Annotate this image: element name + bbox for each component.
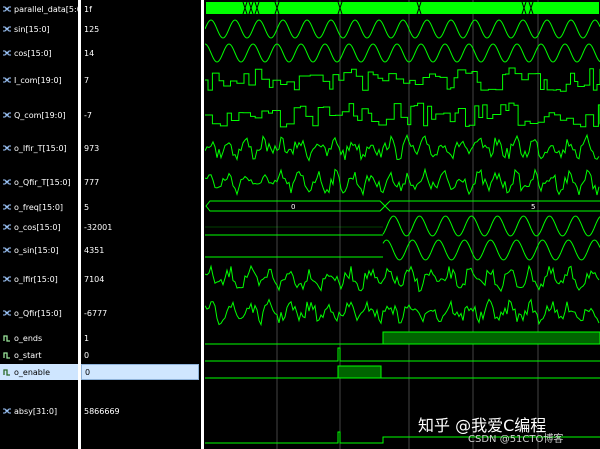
waveform-trace (382, 215, 600, 237)
signal-value[interactable]: 5 (81, 199, 199, 215)
signal-name: o_Qfir[15:0] (14, 308, 62, 318)
signal-name: I_com[19:0] (14, 75, 62, 85)
signal-value[interactable]: 777 (81, 174, 199, 190)
signal-row[interactable]: o_enable (0, 364, 78, 380)
bit-signal-icon (3, 351, 11, 359)
bus-signal-icon (3, 309, 11, 317)
signal-row[interactable]: o_Qfir[15:0] (0, 305, 78, 321)
bit-signal-icon (3, 334, 11, 342)
signal-value[interactable]: 0 (81, 364, 199, 380)
signal-value[interactable]: 4351 (81, 242, 199, 258)
signal-name: o_Qfir_T[15:0] (14, 177, 71, 187)
signal-value[interactable]: 1f (81, 1, 199, 17)
signal-value[interactable]: 973 (81, 140, 199, 156)
bus-value-label: 0 (291, 203, 295, 211)
signal-value-pane: 1f 125 14 7 -7 973 777 5 -32001 4351 7104 -6777 1 0 0 5… (81, 0, 201, 449)
waveform-trace (205, 19, 600, 39)
bus-signal-icon (3, 407, 11, 415)
signal-name: absy[31:0] (14, 406, 58, 416)
signal-name: o_freq[15:0] (14, 202, 64, 212)
waveform-trace (205, 347, 600, 362)
waveform-trace (205, 43, 600, 63)
signal-row[interactable]: Q_com[19:0] (0, 107, 78, 123)
signal-name: Q_com[19:0] (14, 110, 66, 120)
signal-name: cos[15:0] (14, 48, 52, 58)
signal-row[interactable]: o_ends (0, 330, 78, 346)
waveform-trace (205, 102, 600, 128)
signal-name: o_cos[15:0] (14, 222, 61, 232)
bus-signal-icon (3, 5, 11, 13)
waveform-trace (382, 239, 600, 261)
bit-high-fill (337, 365, 382, 379)
signal-name: sin[15:0] (14, 24, 50, 34)
signal-row[interactable]: o_freq[15:0] (0, 199, 78, 215)
signal-row[interactable]: cos[15:0] (0, 45, 78, 61)
waveform-trace (205, 264, 600, 293)
bus-signal-icon (3, 275, 11, 283)
signal-value[interactable]: -32001 (81, 219, 199, 235)
signal-row[interactable]: o_Ifir[15:0] (0, 271, 78, 287)
bus-fill (206, 2, 599, 14)
waveform-trace (205, 67, 600, 92)
bus-signal-icon (3, 246, 11, 254)
signal-row[interactable]: o_Qfir_T[15:0] (0, 174, 78, 190)
signal-value[interactable]: 7 (81, 72, 199, 88)
signal-value[interactable]: -6777 (81, 305, 199, 321)
signal-row[interactable]: o_Ifir_T[15:0] (0, 140, 78, 156)
signal-name: o_enable (14, 367, 51, 377)
signal-value[interactable]: 14 (81, 45, 199, 61)
signal-row[interactable]: I_com[19:0] (0, 72, 78, 88)
signal-name: o_sin[15:0] (14, 245, 59, 255)
waveform-trace (205, 431, 600, 444)
signal-row[interactable]: parallel_data[5:0] (0, 1, 85, 17)
waveform-pane[interactable]: 05 (205, 0, 600, 449)
signal-value[interactable]: 5866669 (81, 403, 199, 419)
signal-value[interactable]: 125 (81, 21, 199, 37)
bus-segment (205, 200, 386, 212)
signal-value[interactable]: 1 (81, 330, 199, 346)
bit-signal-icon (3, 368, 11, 376)
signal-name-pane: parallel_data[5:0] sin[15:0] cos[15:0] I_co… (0, 0, 85, 449)
bus-signal-icon (3, 76, 11, 84)
signal-row[interactable]: sin[15:0] (0, 21, 78, 37)
bus-segment (384, 200, 600, 212)
bus-signal-icon (3, 25, 11, 33)
signal-row[interactable]: o_sin[15:0] (0, 242, 78, 258)
bus-signal-icon (3, 203, 11, 211)
bus-signal-icon (3, 111, 11, 119)
waveform-trace (205, 167, 600, 197)
bus-signal-icon (3, 178, 11, 186)
signal-name: o_start (14, 350, 42, 360)
signal-name: o_Ifir_T[15:0] (14, 143, 67, 153)
bit-high-fill (382, 331, 600, 345)
signal-name: parallel_data[5:0] (14, 4, 85, 14)
signal-value[interactable]: -7 (81, 107, 199, 123)
waveform-canvas[interactable]: 05 (205, 0, 600, 449)
waveform-trace (205, 298, 600, 327)
signal-name: o_Ifir[15:0] (14, 274, 58, 284)
waveform-trace (205, 133, 600, 162)
bus-signal-icon (3, 49, 11, 57)
signal-value[interactable]: 0 (81, 347, 199, 363)
signal-row[interactable]: o_start (0, 347, 78, 363)
bus-value-label: 5 (531, 203, 535, 211)
signal-value[interactable]: 7104 (81, 271, 199, 287)
signal-row[interactable]: absy[31:0] (0, 403, 78, 419)
pane-divider[interactable] (201, 0, 204, 449)
signal-name: o_ends (14, 333, 43, 343)
signal-row[interactable]: o_cos[15:0] (0, 219, 78, 235)
bus-signal-icon (3, 144, 11, 152)
bus-signal-icon (3, 223, 11, 231)
